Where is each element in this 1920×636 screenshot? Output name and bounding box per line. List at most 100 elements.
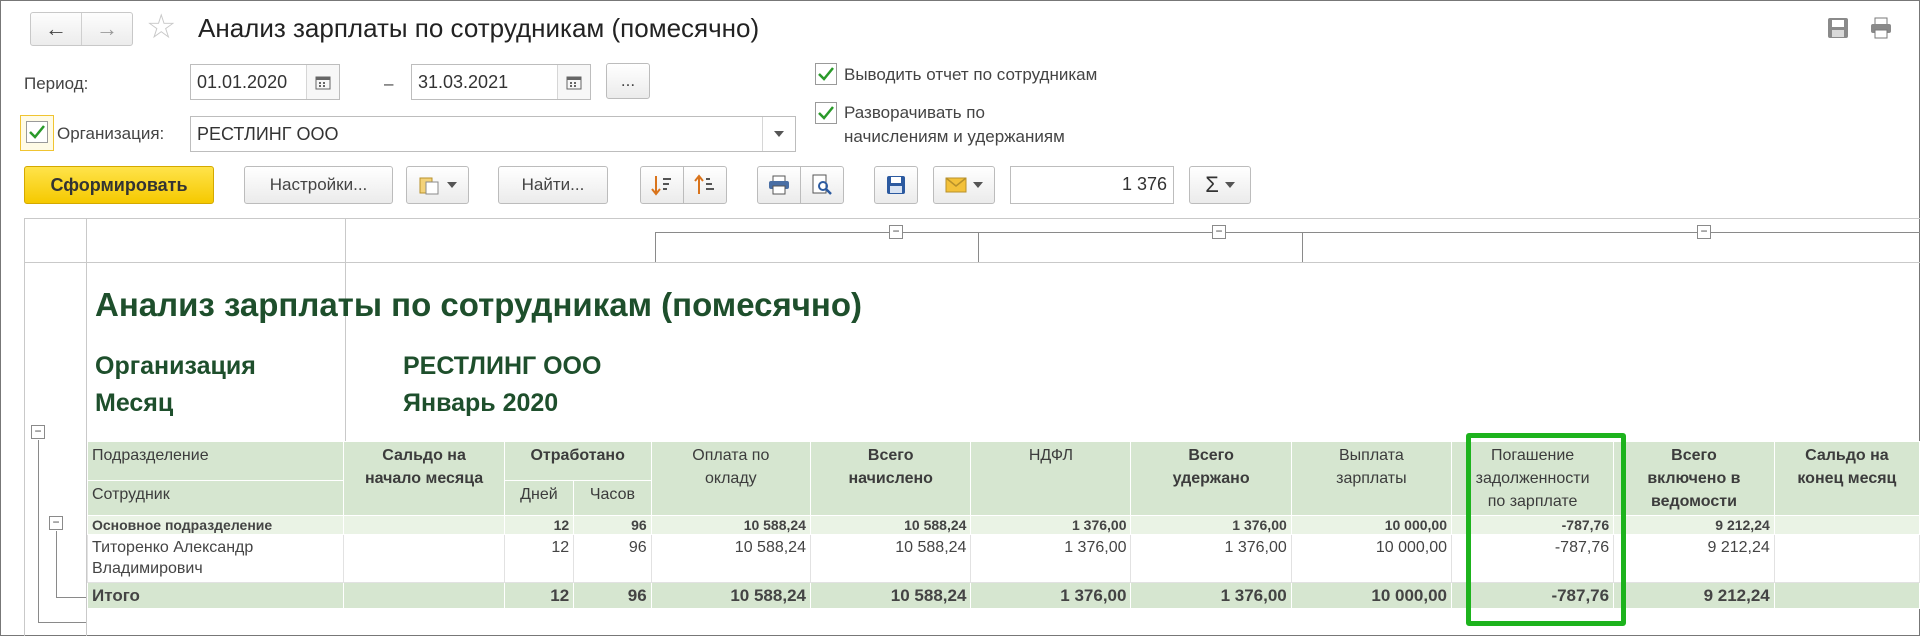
report-month-key: Месяц <box>95 389 174 417</box>
date-from-field[interactable]: 01.01.2020 <box>190 64 340 100</box>
employee-name: Титоренко Александр Владимирович <box>86 534 345 583</box>
date-to-value: 31.03.2021 <box>418 72 509 92</box>
save-report-button[interactable] <box>874 166 918 204</box>
cell-hours: 96 <box>573 534 652 583</box>
header-ndfl: НДФЛ <box>970 441 1132 516</box>
chevron-down-icon <box>973 182 983 188</box>
cell-withheld: 1 376,00 <box>1130 582 1292 609</box>
header-included: Всего включено в ведомости <box>1613 441 1775 516</box>
cell-payout: 10 000,00 <box>1290 534 1453 583</box>
cell-salary: 10 588,24 <box>650 534 811 583</box>
cell-withheld: 1 376,00 <box>1130 534 1292 583</box>
chevron-down-icon <box>1224 182 1235 188</box>
group-name: Основное подразделение <box>86 515 345 535</box>
expand-accruals-label-line2: начислениям и удержаниям <box>844 127 1065 146</box>
arrow-left-icon: ← <box>45 16 67 41</box>
report-variants-icon <box>419 177 438 195</box>
variants-dropdown-button[interactable] <box>406 166 469 204</box>
cell-closing <box>1773 534 1920 583</box>
cell-salary: 10 588,24 <box>650 582 811 609</box>
sort-descending-icon <box>651 176 671 196</box>
save-icon[interactable] <box>1826 17 1850 39</box>
cell-closing <box>1773 582 1920 609</box>
sort-ascending-icon <box>694 174 714 194</box>
print-icon <box>769 175 789 195</box>
arrow-right-icon: → <box>96 16 118 41</box>
back-button[interactable]: ← <box>31 13 81 45</box>
cell-payout: 10 000,00 <box>1290 515 1453 535</box>
cell-accrued: 10 588,24 <box>809 582 972 609</box>
header-division: Подразделение <box>86 441 345 481</box>
header-payout: Выплата зарплаты <box>1290 441 1453 516</box>
header-opening-balance: Сальдо на начало месяца <box>343 441 505 516</box>
expand-accruals-checkbox[interactable] <box>815 102 837 124</box>
cell-included: 9 212,24 <box>1613 582 1775 609</box>
header-days: Дней <box>503 479 575 517</box>
envelope-icon <box>945 177 967 193</box>
cell-salary: 10 588,24 <box>650 515 811 535</box>
cell-accrued: 10 588,24 <box>809 534 972 583</box>
cell-opening <box>343 534 505 583</box>
settings-button[interactable]: Настройки... <box>244 166 393 204</box>
window-title: Анализ зарплаты по сотрудникам (помесячн… <box>198 13 760 43</box>
send-email-button[interactable] <box>933 166 995 204</box>
debt-column-highlight <box>1466 433 1626 626</box>
calendar-icon <box>315 76 331 89</box>
period-select-button[interactable]: ... <box>606 63 650 99</box>
date-to-field[interactable]: 31.03.2021 <box>411 64 591 100</box>
header-salary: Оплата по окладу <box>650 441 811 516</box>
checkmark-icon <box>29 125 45 139</box>
print-preview-icon <box>812 174 832 195</box>
date-from-value: 01.01.2020 <box>197 72 288 92</box>
sort-descending-button[interactable] <box>640 166 684 204</box>
cell-hours: 96 <box>573 582 652 609</box>
calendar-button[interactable] <box>306 65 339 99</box>
sigma-icon: Σ <box>1205 172 1219 197</box>
table-row[interactable]: Титоренко Александр Владимирович 12 96 10… <box>86 534 1920 583</box>
collapse-rows-button[interactable]: − <box>49 516 63 530</box>
org-select-value: РЕСТЛИНГ ООО <box>197 124 339 144</box>
report-table[interactable]: Подразделение Сальдо на начало месяца Отр… <box>86 441 1920 609</box>
cell-days: 12 <box>503 515 575 535</box>
collapse-rows-button[interactable]: − <box>31 425 45 439</box>
favorite-star-icon[interactable]: ☆ <box>146 10 176 44</box>
output-by-employees-checkbox[interactable] <box>815 63 837 85</box>
print-icon[interactable] <box>1869 17 1893 39</box>
collapse-group-button[interactable]: − <box>889 225 903 239</box>
period-label: Период: <box>24 74 89 93</box>
cell-included: 9 212,24 <box>1613 534 1775 583</box>
cell-ndfl: 1 376,00 <box>970 582 1132 609</box>
find-button[interactable]: Найти... <box>498 166 608 204</box>
report-month-value: Январь 2020 <box>403 389 559 417</box>
report-org-key: Организация <box>95 352 256 380</box>
cell-ndfl: 1 376,00 <box>970 515 1132 535</box>
org-select[interactable]: РЕСТЛИНГ ООО <box>190 116 796 152</box>
table-row[interactable]: Основное подразделение 12 96 10 588,24 1… <box>86 515 1920 535</box>
calendar-button[interactable] <box>557 65 590 99</box>
total-row[interactable]: Итого 12 96 10 588,24 10 588,24 1 376,00… <box>86 582 1920 609</box>
forward-button[interactable]: → <box>81 13 132 45</box>
print-button[interactable] <box>757 166 801 204</box>
report-org-value: РЕСТЛИНГ ООО <box>403 352 602 380</box>
preview-button[interactable] <box>800 166 844 204</box>
selection-sum-field[interactable]: 1 376 <box>1010 166 1174 204</box>
checkmark-icon <box>818 106 834 120</box>
header-closing-balance: Сальдо на конец месяц <box>1773 441 1920 516</box>
org-checkbox[interactable] <box>26 121 48 143</box>
collapse-group-button[interactable]: − <box>1212 225 1226 239</box>
header-withheld: Всего удержано <box>1130 441 1292 516</box>
dropdown-button[interactable] <box>762 117 795 151</box>
sum-mode-button[interactable]: Σ <box>1189 166 1251 204</box>
collapse-group-button[interactable]: − <box>1697 225 1711 239</box>
cell-ndfl: 1 376,00 <box>970 534 1132 583</box>
header-accrued: Всего начислено <box>809 441 972 516</box>
sort-ascending-button[interactable] <box>683 166 727 204</box>
report-title: Анализ зарплаты по сотрудникам (помесячн… <box>95 286 862 323</box>
output-by-employees-label: Выводить отчет по сотрудникам <box>844 65 1098 84</box>
cell-accrued: 10 588,24 <box>809 515 972 535</box>
header-employee: Сотрудник <box>86 479 345 517</box>
cell-days: 12 <box>503 534 575 583</box>
cell-opening <box>343 515 505 535</box>
generate-button[interactable]: Сформировать <box>24 166 214 204</box>
chevron-down-icon <box>774 131 784 137</box>
